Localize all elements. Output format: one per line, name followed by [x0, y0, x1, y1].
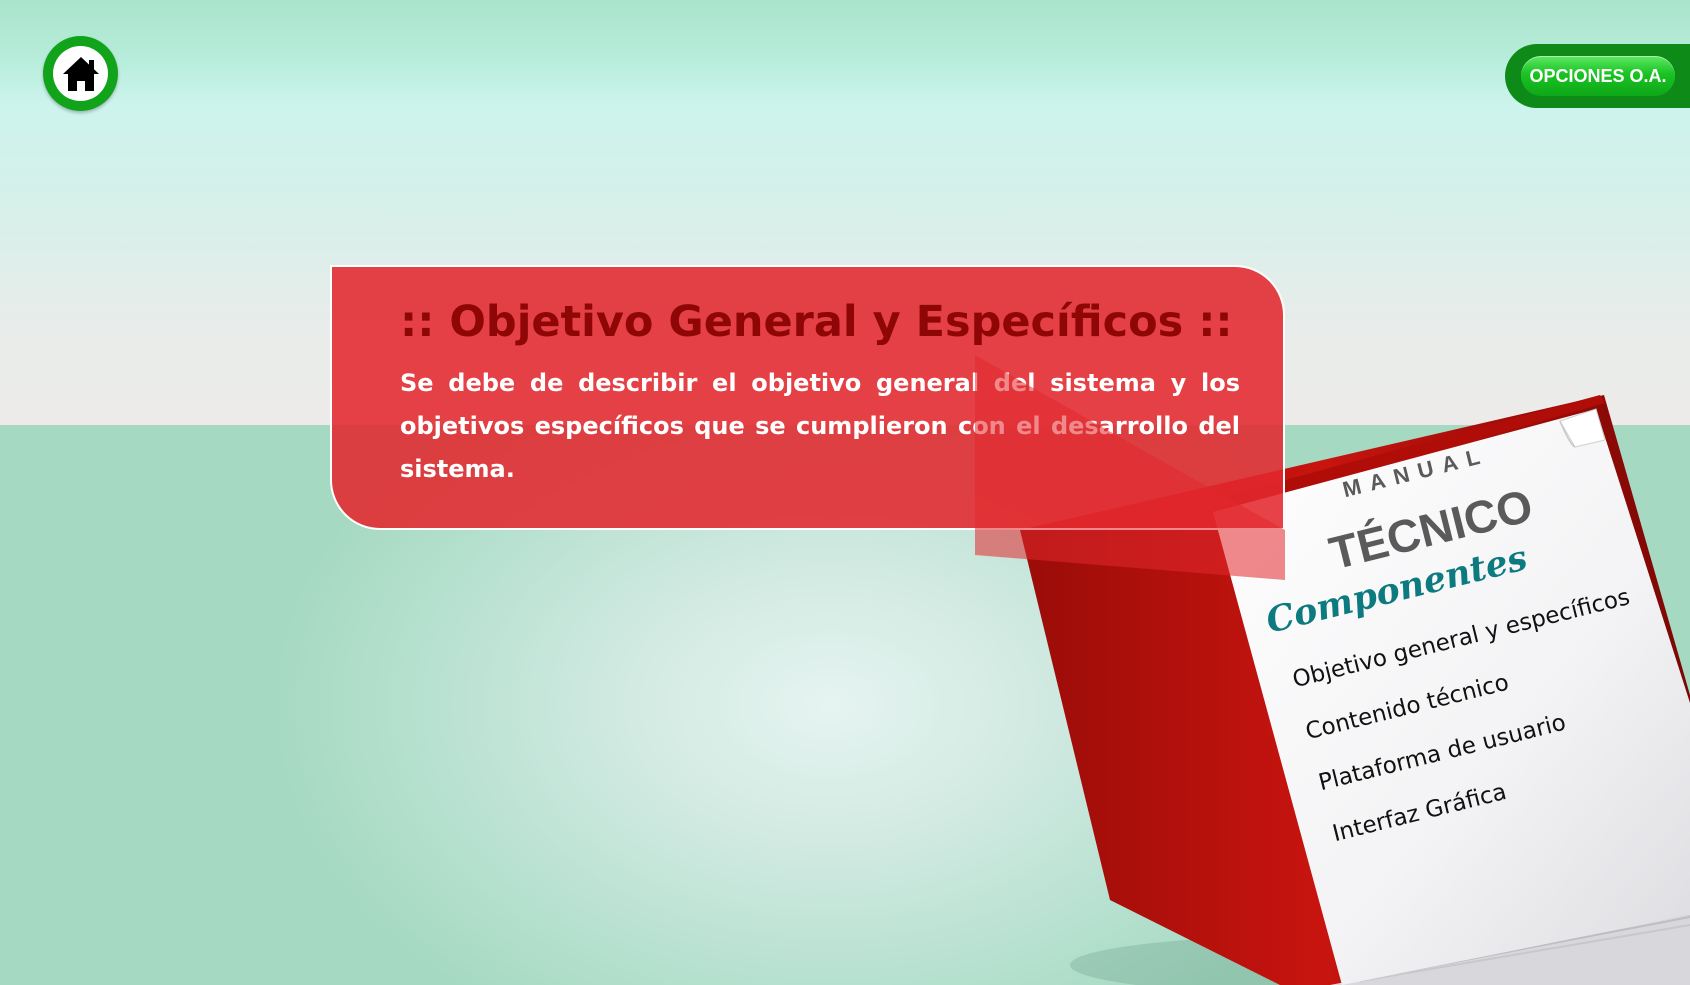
home-button[interactable]	[43, 36, 118, 111]
home-button-face	[53, 46, 108, 101]
panel-tail	[975, 355, 1285, 580]
panel-title: :: Objetivo General y Específicos ::	[400, 297, 1233, 347]
home-icon	[62, 56, 99, 91]
options-button[interactable]: OPCIONES O.A.	[1521, 56, 1675, 96]
options-button-container: OPCIONES O.A.	[1505, 44, 1690, 108]
